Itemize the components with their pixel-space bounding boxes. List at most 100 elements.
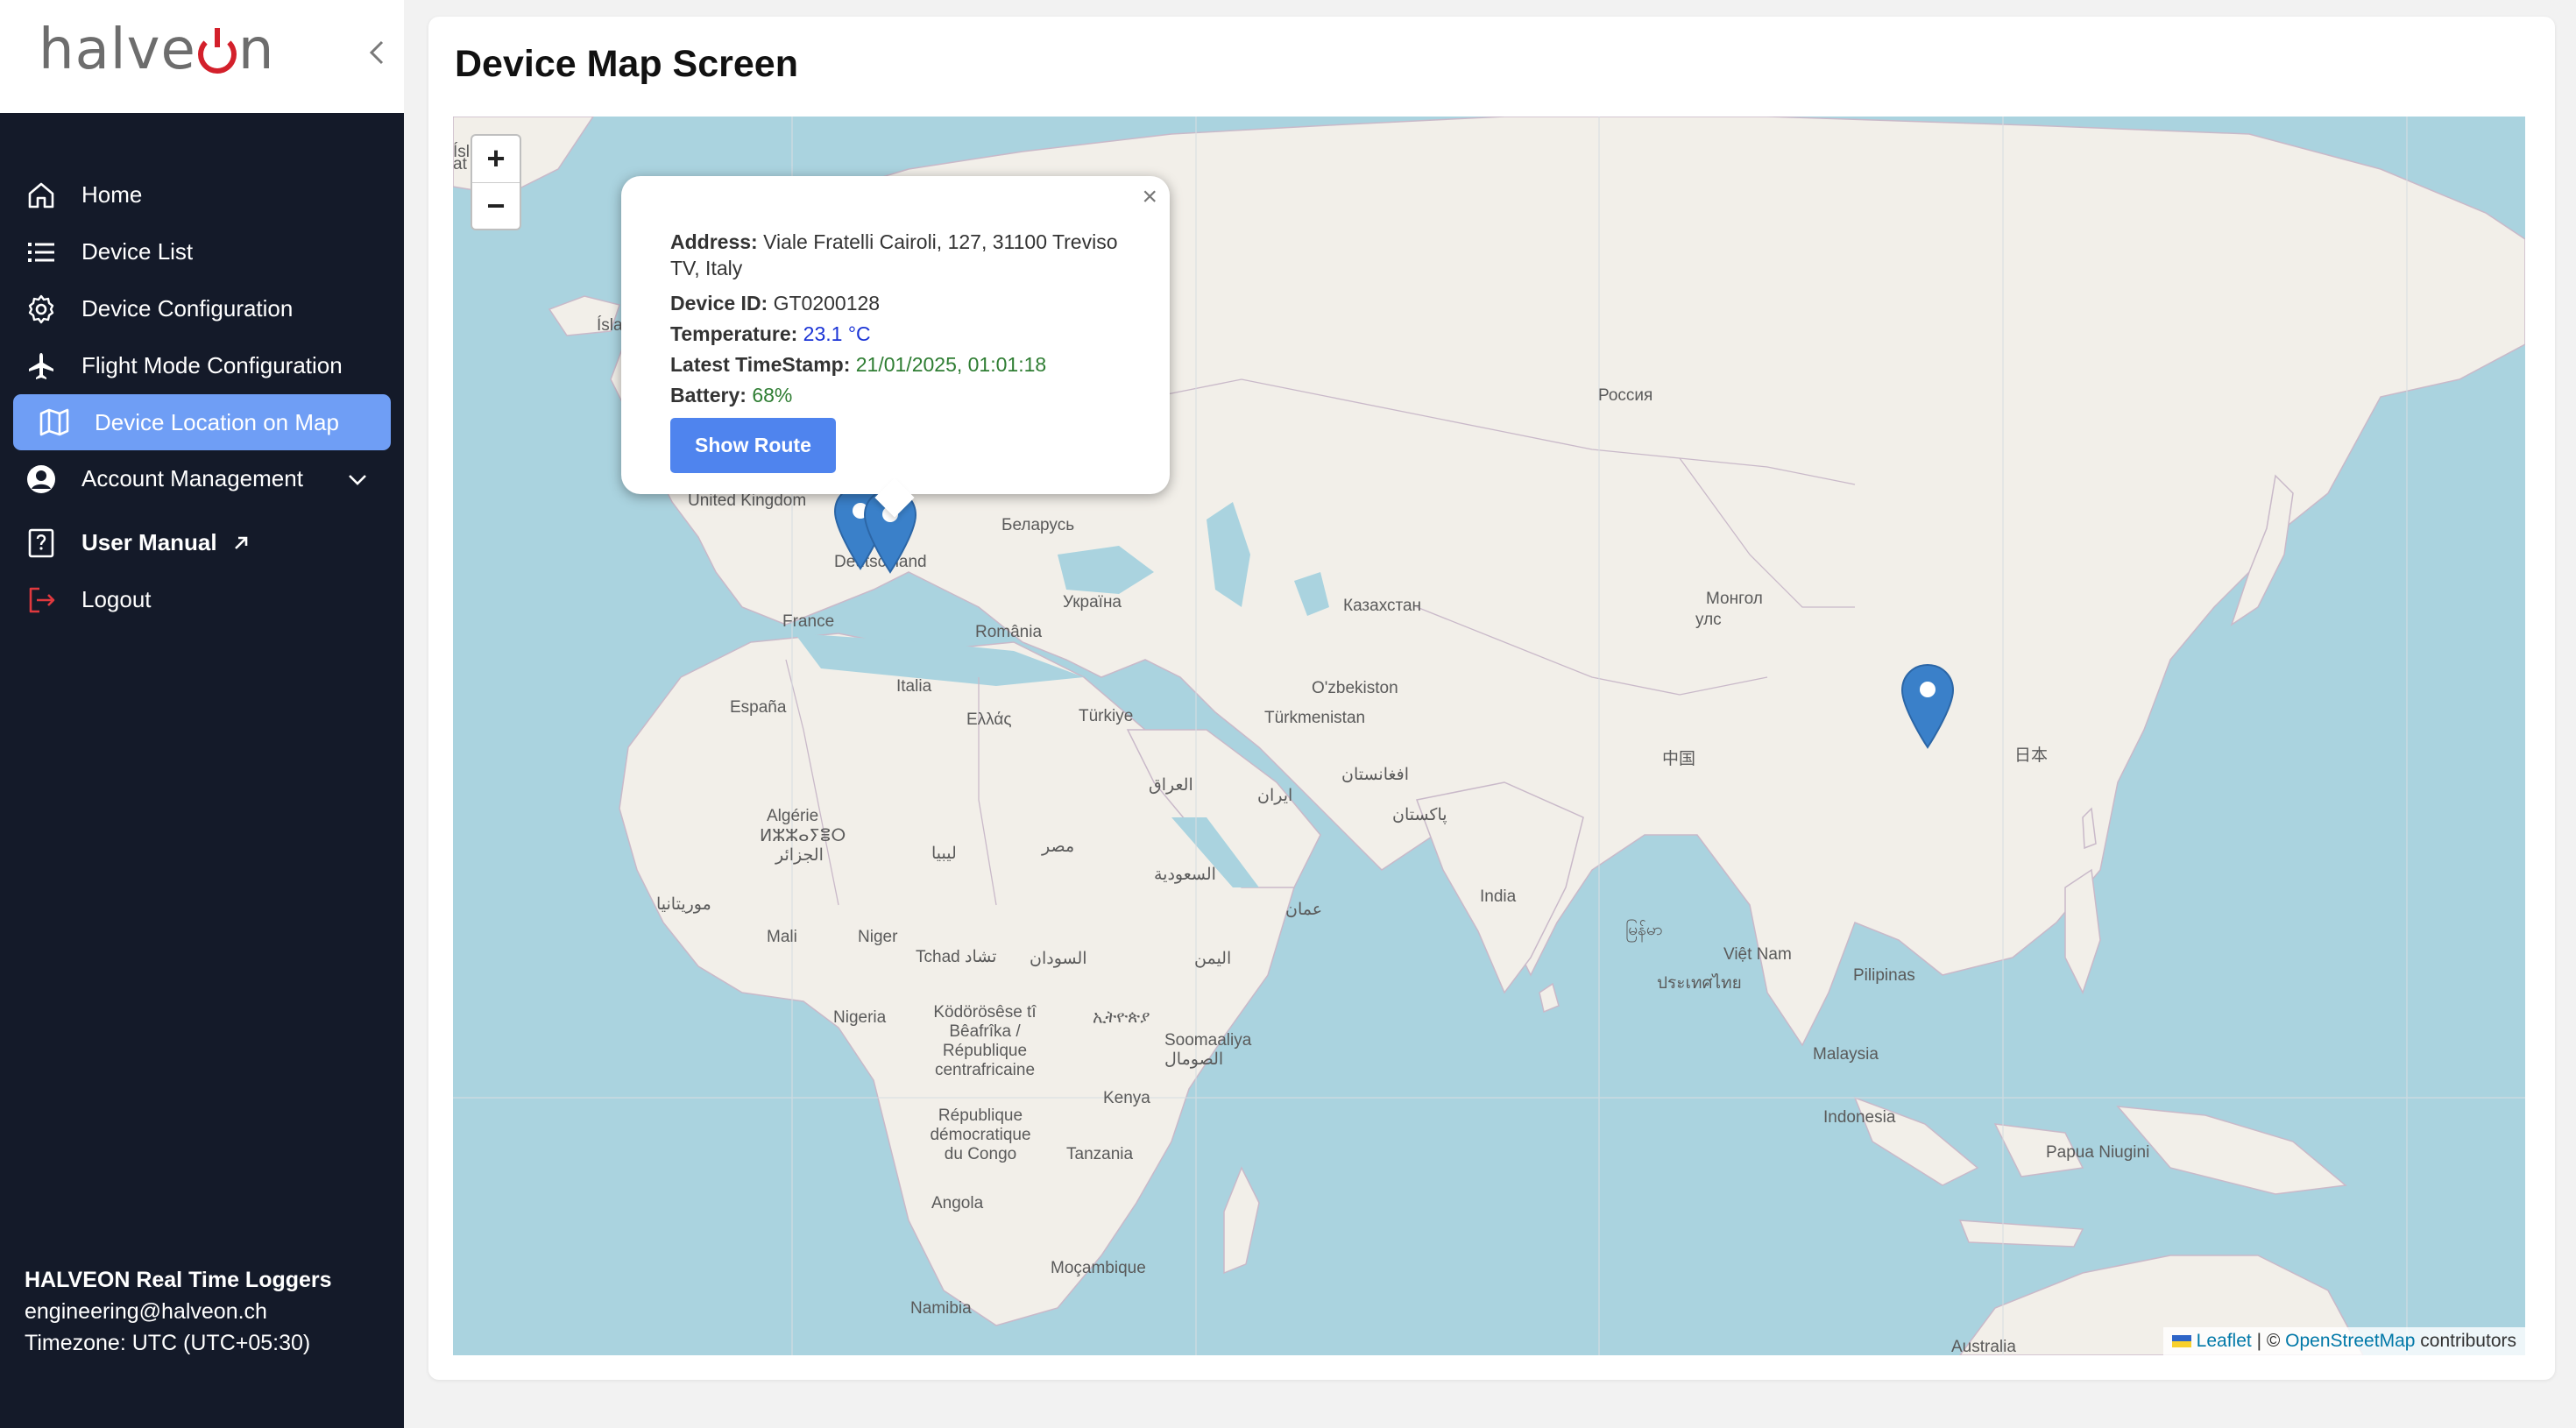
map-label: España — [730, 698, 787, 717]
map-label: India — [1480, 887, 1517, 906]
halveon-logo[interactable]: halve n — [39, 18, 274, 82]
map-label: ประเทศไทย — [1657, 974, 1742, 993]
sidebar-footer: HALVEON Real Time Loggers engineering@ha… — [25, 1264, 332, 1359]
map-label: Indonesia — [1823, 1108, 1896, 1127]
map-label: Türkmenistan — [1264, 709, 1366, 727]
map-label: 日本 — [2014, 746, 2049, 765]
sidebar-item-device-location-on-map[interactable]: Device Location on Map — [13, 394, 391, 450]
map-label: Nigeria — [833, 1008, 887, 1027]
home-icon — [28, 182, 54, 208]
map-label: Ísla — [597, 316, 623, 335]
openstreetmap-link[interactable]: OpenStreetMap — [2285, 1331, 2415, 1351]
sidebar-item-logout[interactable]: Logout — [0, 571, 404, 628]
attribution-suffix: contributors — [2420, 1331, 2516, 1351]
device-popup: × Address: Viale Fratelli Cairoli, 127, … — [621, 176, 1170, 494]
device-id-label: Device ID: — [670, 292, 768, 315]
popup-address: Address: Viale Fratelli Cairoli, 127, 31… — [670, 229, 1121, 281]
map-label: Việt Nam — [1723, 945, 1792, 964]
sidebar-item-home[interactable]: Home — [0, 166, 404, 223]
map-label: Беларусь — [1001, 516, 1075, 534]
map-view[interactable]: Россия United Kingdom Беларусь Deutschla… — [453, 117, 2525, 1355]
sidebar-nav: Home Device List Device Configuration Fl… — [0, 166, 404, 628]
sidebar-item-flight-mode-configuration[interactable]: Flight Mode Configuration — [0, 337, 404, 394]
map-label: République démocratique du Congo — [930, 1106, 1031, 1163]
sidebar-item-user-manual[interactable]: User Manual — [0, 514, 404, 571]
map-label: اليمن — [1194, 950, 1232, 968]
leaflet-link[interactable]: Leaflet — [2197, 1331, 2252, 1351]
map-label: ⵍⵣⵣⴰⵢⴻⵔ — [760, 827, 846, 845]
map-label: Казахстан — [1343, 597, 1422, 615]
sidebar-item-label: Home — [81, 181, 143, 208]
collapse-sidebar-icon[interactable] — [364, 35, 391, 70]
map-label: United Kingdom — [688, 491, 807, 510]
sidebar-item-label: Account Management — [81, 465, 303, 491]
map-label: Papua Niugini — [2046, 1143, 2150, 1162]
battery-value: 68% — [752, 384, 793, 406]
page-title: Device Map Screen — [455, 43, 798, 85]
map-label: at — [453, 155, 467, 173]
map-label: العراق — [1149, 776, 1193, 795]
gear-icon — [28, 294, 54, 323]
sidebar-item-label: Logout — [81, 586, 152, 612]
footer-brand: HALVEON Real Time Loggers — [25, 1268, 332, 1292]
show-route-button[interactable]: Show Route — [670, 418, 836, 473]
popup-battery: Battery: 68% — [670, 380, 1121, 411]
attribution-separator: | © — [2256, 1331, 2281, 1351]
map-label: ليبيا — [931, 845, 957, 863]
map-label: Angola — [931, 1194, 984, 1212]
sidebar-item-label: Device Configuration — [81, 295, 294, 322]
sidebar-item-label: Device Location on Map — [95, 408, 339, 435]
sidebar-item-label: Flight Mode Configuration — [81, 352, 343, 378]
list-icon — [28, 242, 54, 262]
map-label: улс — [1695, 611, 1722, 629]
sidebar-item-device-configuration[interactable]: Device Configuration — [0, 280, 404, 337]
map-label: Россия — [1598, 386, 1653, 405]
user-circle-icon — [27, 464, 55, 493]
map-label: افغانستان — [1341, 766, 1410, 784]
map-label: السودان — [1030, 950, 1087, 968]
sidebar-item-label: User Manual — [81, 529, 217, 555]
map-label: France — [782, 612, 835, 631]
chevron-down-icon[interactable] — [346, 468, 369, 491]
sidebar-item-account-management[interactable]: Account Management — [0, 450, 404, 507]
temperature-label: Temperature: — [670, 322, 798, 345]
map-label: Tchad تشاد — [916, 948, 997, 966]
zoom-control: + − — [471, 134, 521, 230]
map-label: السعودية — [1154, 866, 1216, 884]
map-label: Монгол — [1706, 590, 1763, 608]
map-label: Moçambique — [1051, 1259, 1146, 1277]
zoom-out-button[interactable]: − — [472, 183, 520, 230]
map-label: Pilipinas — [1853, 966, 1915, 985]
popup-device-id: Device ID: GT0200128 — [670, 288, 1121, 319]
map-label: Italia — [896, 677, 932, 696]
temperature-value: 23.1 °C — [803, 322, 871, 345]
map-label: Ελλάς — [966, 710, 1012, 729]
map-label: 中国 — [1662, 750, 1696, 768]
airplane-icon — [29, 352, 53, 379]
map-label: Mali — [767, 928, 797, 946]
map-label: O'zbekiston — [1312, 679, 1398, 697]
ukraine-flag-icon — [2171, 1335, 2191, 1348]
external-link-icon — [234, 536, 247, 549]
map-label: مصر — [1042, 838, 1075, 856]
sidebar-item-label: Device List — [81, 238, 194, 265]
timestamp-value: 21/01/2025, 01:01:18 — [855, 353, 1047, 376]
map-label: الجزائر — [775, 846, 824, 865]
device-id-value: GT0200128 — [773, 292, 881, 315]
zoom-in-button[interactable]: + — [472, 136, 520, 183]
map-label: Türkiye — [1079, 707, 1134, 725]
map-label: Niger — [858, 928, 898, 946]
map-icon — [39, 408, 69, 436]
logo-bar: halve n — [0, 0, 404, 113]
close-popup-icon[interactable]: × — [1142, 181, 1157, 212]
sidebar-item-device-list[interactable]: Device List — [0, 223, 404, 280]
battery-label: Battery: — [670, 384, 747, 406]
map-label: မြန်မာ — [1625, 921, 1663, 939]
footer-timezone: Timezone: UTC (UTC+05:30) — [25, 1331, 311, 1355]
map-marker-pin[interactable] — [1900, 663, 1955, 749]
map-label: Soomaaliya الصومال — [1164, 1031, 1252, 1069]
map-label: پاکستان — [1392, 806, 1447, 824]
map-label: Ködörösêse tî Bêafrîka / République cent… — [933, 1003, 1037, 1079]
popup-timestamp: Latest TimeStamp: 21/01/2025, 01:01:18 — [670, 350, 1121, 380]
footer-email: engineering@halveon.ch — [25, 1299, 267, 1324]
